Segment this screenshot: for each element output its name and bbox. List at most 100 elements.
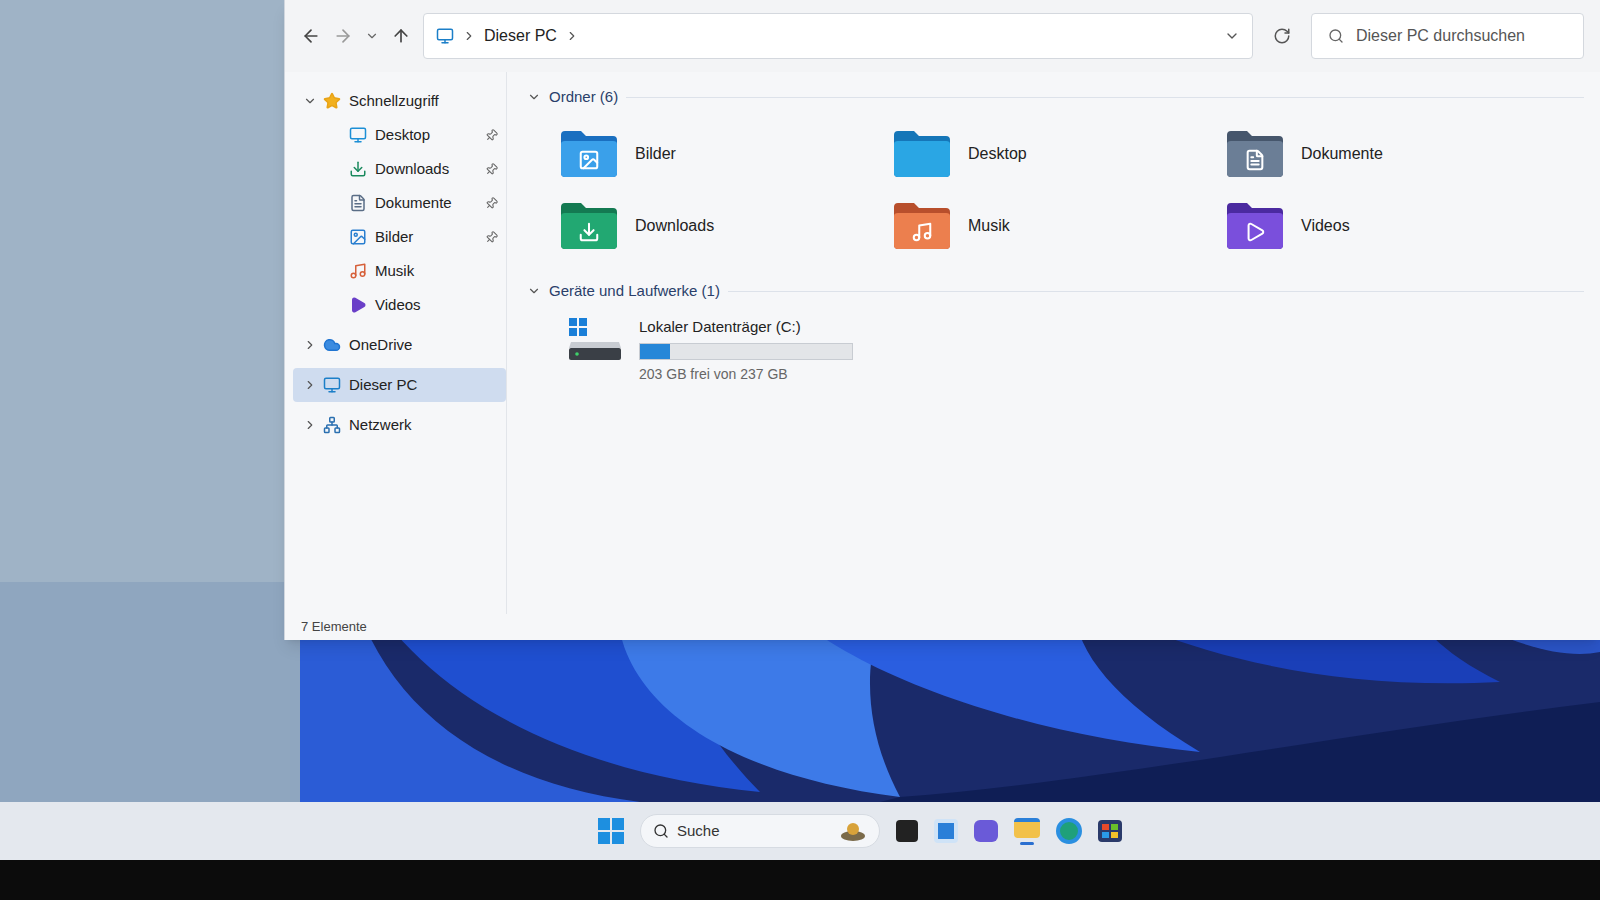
section-header[interactable]: Geräte und Laufwerke (1) [527, 278, 1584, 304]
sidebar-item[interactable]: Netzwerk [293, 408, 506, 442]
sidebar-item[interactable]: Dokumente [293, 186, 506, 220]
status-text: 7 Elemente [301, 617, 367, 637]
pc-icon [323, 376, 341, 394]
sidebar-item[interactable]: Musik [293, 254, 506, 288]
sidebar-item[interactable]: Downloads [293, 152, 506, 186]
taskbar-search-placeholder: Suche [677, 820, 819, 843]
drive-usage-bar [639, 343, 853, 360]
folder-label: Dokumente [1301, 142, 1383, 166]
folder-tile[interactable]: Downloads [559, 190, 892, 262]
forward-icon[interactable] [333, 26, 353, 46]
screen-bezel [0, 860, 1600, 900]
widgets-icon[interactable] [934, 819, 958, 843]
sidebar-label: Videos [375, 294, 498, 317]
folder-label: Desktop [968, 142, 1027, 166]
file-explorer-taskbar-icon[interactable] [1014, 818, 1040, 845]
address-bar[interactable]: Dieser PC [423, 13, 1253, 59]
sidebar-item[interactable]: OneDrive [293, 328, 506, 362]
sidebar-item[interactable]: Bilder [293, 220, 506, 254]
sidebar-label: Netzwerk [349, 414, 498, 437]
desktop: Dieser PC Dieser PC durchsuchen Schnellzug… [0, 0, 1600, 802]
screen: Dieser PC Dieser PC durchsuchen Schnellzug… [0, 0, 1600, 900]
back-icon[interactable] [301, 26, 321, 46]
chevron-down-icon[interactable] [303, 94, 317, 108]
section-divider [728, 291, 1584, 292]
search-highlight-icon [827, 820, 867, 842]
section-divider [626, 97, 1584, 98]
folder-tile[interactable]: Musik [892, 190, 1225, 262]
pin-icon[interactable] [482, 160, 500, 178]
recent-icon[interactable] [365, 29, 379, 43]
taskbar-search[interactable]: Suche [640, 814, 880, 848]
videos-icon [349, 296, 367, 314]
section-header[interactable]: Ordner (6) [527, 84, 1584, 110]
cloud-icon [323, 336, 341, 354]
expand-chevron[interactable] [301, 378, 319, 392]
window-body: SchnellzugriffDesktopDownloadsDokumenteB… [285, 72, 1600, 614]
music-folder-icon [892, 201, 952, 251]
sidebar-item[interactable]: Desktop [293, 118, 506, 152]
expand-chevron[interactable] [301, 94, 319, 108]
address-text: Dieser PC [484, 24, 557, 48]
section-title: Geräte und Laufwerke (1) [549, 280, 720, 303]
drive-free-text: 203 GB frei von 237 GB [639, 364, 853, 385]
documents-folder-icon [1225, 129, 1285, 179]
sidebar-label: Dokumente [375, 192, 485, 215]
chevron-down-icon[interactable] [527, 284, 541, 298]
content: Ordner (6) Bilder Desktop Dokumente Download… [507, 72, 1600, 614]
downloads-folder-icon [559, 201, 619, 251]
pin-icon[interactable] [482, 228, 500, 246]
desktop-folder-icon [892, 129, 952, 179]
pin-icon[interactable] [482, 126, 500, 144]
chat-icon[interactable] [974, 820, 998, 842]
search-icon [1328, 28, 1344, 44]
task-view-icon[interactable] [896, 820, 918, 842]
chevron-down-icon[interactable] [527, 90, 541, 104]
music-icon [349, 262, 367, 280]
windows-start-icon[interactable] [598, 818, 624, 844]
sidebar-item[interactable]: Videos [293, 288, 506, 322]
videos-folder-icon [1225, 201, 1285, 251]
folder-tile[interactable]: Bilder [559, 118, 892, 190]
documents-icon [349, 194, 367, 212]
sidebar-item[interactable]: Schnellzugriff [293, 84, 506, 118]
search-placeholder: Dieser PC durchsuchen [1356, 24, 1525, 48]
expand-chevron[interactable] [301, 338, 319, 352]
breadcrumb-separator-icon [462, 29, 476, 43]
address-dropdown-icon[interactable] [1224, 28, 1240, 44]
taskbar: Suche [0, 802, 1600, 860]
sidebar-label: Musik [375, 260, 498, 283]
folder-tile[interactable]: Videos [1225, 190, 1584, 262]
drive-label: Lokaler Datenträger (C:) [639, 316, 853, 339]
pin-icon[interactable] [482, 194, 500, 212]
pictures-folder-icon [559, 129, 619, 179]
refresh-icon[interactable] [1273, 27, 1291, 45]
edge-icon[interactable] [1056, 818, 1082, 844]
search-field[interactable]: Dieser PC durchsuchen [1311, 13, 1584, 59]
folder-label: Downloads [635, 214, 714, 238]
toolbar: Dieser PC Dieser PC durchsuchen [285, 0, 1600, 72]
folder-tile[interactable]: Dokumente [1225, 118, 1584, 190]
sidebar-item[interactable]: Dieser PC [293, 368, 506, 402]
star-icon [323, 92, 341, 110]
explorer-window: Dieser PC Dieser PC durchsuchen Schnellzug… [284, 0, 1600, 640]
section-title: Ordner (6) [549, 86, 618, 109]
sidebar-label: Dieser PC [349, 374, 498, 397]
folder-label: Musik [968, 214, 1010, 238]
chevron-right-icon[interactable] [303, 338, 317, 352]
breadcrumb-separator-icon [565, 29, 579, 43]
sidebar-label: Downloads [375, 158, 485, 181]
search-icon [653, 823, 669, 839]
drive-tile[interactable]: Lokaler Datenträger (C:) 203 GB frei von … [527, 308, 1584, 385]
desktop-icon [349, 126, 367, 144]
windows-drive-icon [567, 316, 623, 362]
status-bar: 7 Elemente [285, 614, 1600, 640]
chevron-right-icon[interactable] [303, 418, 317, 432]
sidebar-label: OneDrive [349, 334, 498, 357]
chevron-right-icon[interactable] [303, 378, 317, 392]
folder-tile[interactable]: Desktop [892, 118, 1225, 190]
expand-chevron[interactable] [301, 418, 319, 432]
store-icon[interactable] [1098, 820, 1122, 842]
up-icon[interactable] [391, 26, 411, 46]
pictures-icon [349, 228, 367, 246]
